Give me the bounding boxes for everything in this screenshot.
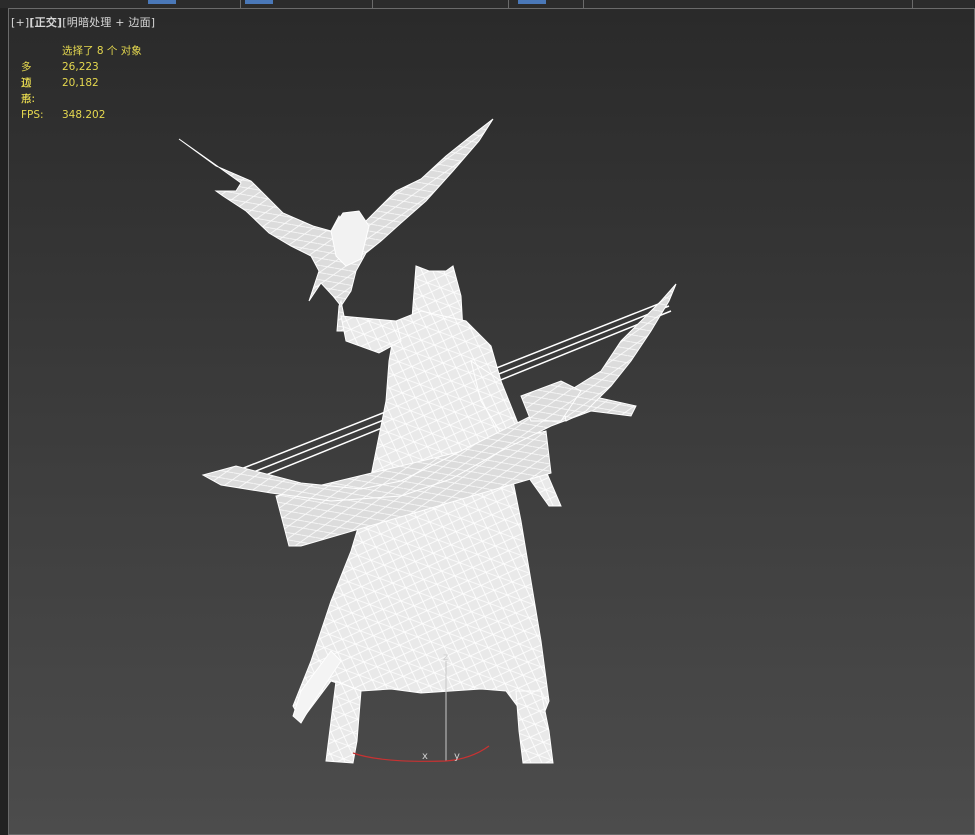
toolbar-separator [583,0,584,8]
viewport-shading-menu[interactable]: [明暗处理 + 边面] [62,16,155,29]
stats-verts-value: 20,182 [62,77,99,89]
toolbar-tab-1[interactable] [148,0,176,4]
toolbar-tab-3[interactable] [518,0,546,4]
toolbar-separator [372,0,373,8]
left-gutter [0,8,8,835]
stats-verts-label: 顶点: [21,77,36,105]
toolbar-separator [912,0,913,8]
viewport-general-menu[interactable]: [+] [11,16,29,29]
top-toolbar-strip [0,0,975,8]
viewport-label-menu: [+][正交][明暗处理 + 边面] [11,14,155,30]
stats-fps-label: FPS: [21,109,44,121]
gizmo-y-label: y [454,751,460,762]
transform-gizmo[interactable]: z x y [9,9,975,835]
3d-viewport[interactable]: z x y [+][正交][明暗处理 + 边面] 选择了 8 个 对象 多边形:… [8,8,975,835]
stats-polys-value: 26,223 [62,61,99,73]
stats-selection: 选择了 8 个 对象 [62,45,142,57]
toolbar-tab-2[interactable] [245,0,273,4]
gizmo-z-label: z [443,652,448,663]
viewport-view-menu[interactable]: [正交] [29,16,62,29]
gizmo-x-axis[interactable] [353,746,489,761]
toolbar-separator [240,0,241,8]
gizmo-x-label: x [422,751,428,762]
toolbar-separator [508,0,509,8]
stats-fps-value: 348.202 [62,109,106,121]
